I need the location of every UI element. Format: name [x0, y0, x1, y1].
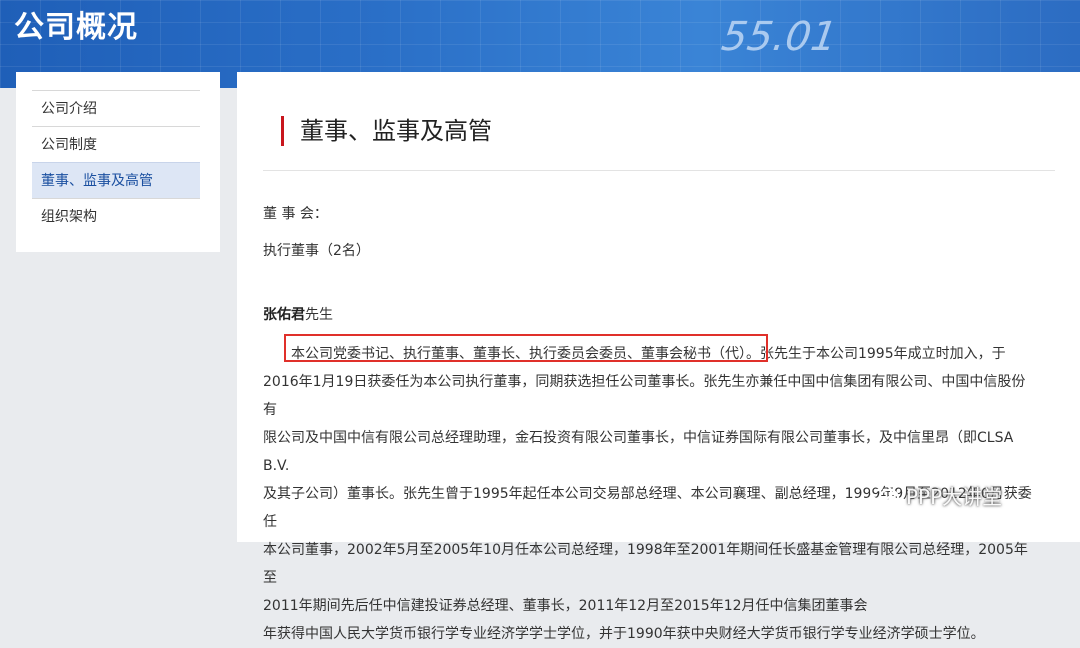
bio-line: 年获得中国人民大学货币银行学专业经济学学士学位，并于1990年获中央财经大学货币…	[263, 626, 985, 642]
watermark-text: PPP大讲堂	[906, 484, 1003, 509]
title-divider	[263, 170, 1055, 171]
person-heading: 张佑君先生	[263, 304, 333, 324]
banner-decor-number: 55.01	[718, 14, 840, 60]
bio-line: 本公司董事，2002年5月至2005年10月任本公司总经理，1998年至2001…	[263, 542, 1028, 586]
highlight-annotation-box	[284, 334, 768, 362]
person-title-suffix: 先生	[305, 307, 333, 323]
subsection-label-executive: 执行董事（2名）	[263, 243, 370, 259]
sidebar-item-directors[interactable]: 董事、监事及高管	[32, 162, 200, 198]
person-name: 张佑君	[263, 307, 305, 323]
watermark: PPP大讲堂	[870, 480, 1002, 510]
sidebar-item-company-rules[interactable]: 公司制度	[32, 126, 200, 162]
wechat-icon	[870, 482, 900, 508]
bio-line: 限公司及中国中信有限公司总经理助理，金石投资有限公司董事长，中信证券国际有限公司…	[263, 430, 1014, 474]
section-label-board: 董 事 会：	[263, 206, 328, 222]
page-title: 董事、监事及高管	[281, 116, 492, 146]
main-content: 董事、监事及高管 董 事 会： 执行董事（2名） 张佑君先生 本公司党委书记、执…	[237, 72, 1080, 642]
bio-line: 2016年1月19日获委任为本公司执行董事，同期获选担任公司董事长。张先生亦兼任…	[263, 374, 1026, 418]
banner-title: 公司概况	[14, 10, 138, 45]
sidebar-item-org-structure[interactable]: 组织架构	[32, 198, 200, 234]
bio-line: 2011年期间先后任中信建投证券总经理、董事长，2011年12月至2015年12…	[263, 598, 868, 614]
sidebar: 公司介绍 公司制度 董事、监事及高管 组织架构	[16, 72, 220, 252]
sidebar-item-company-intro[interactable]: 公司介绍	[32, 90, 200, 126]
